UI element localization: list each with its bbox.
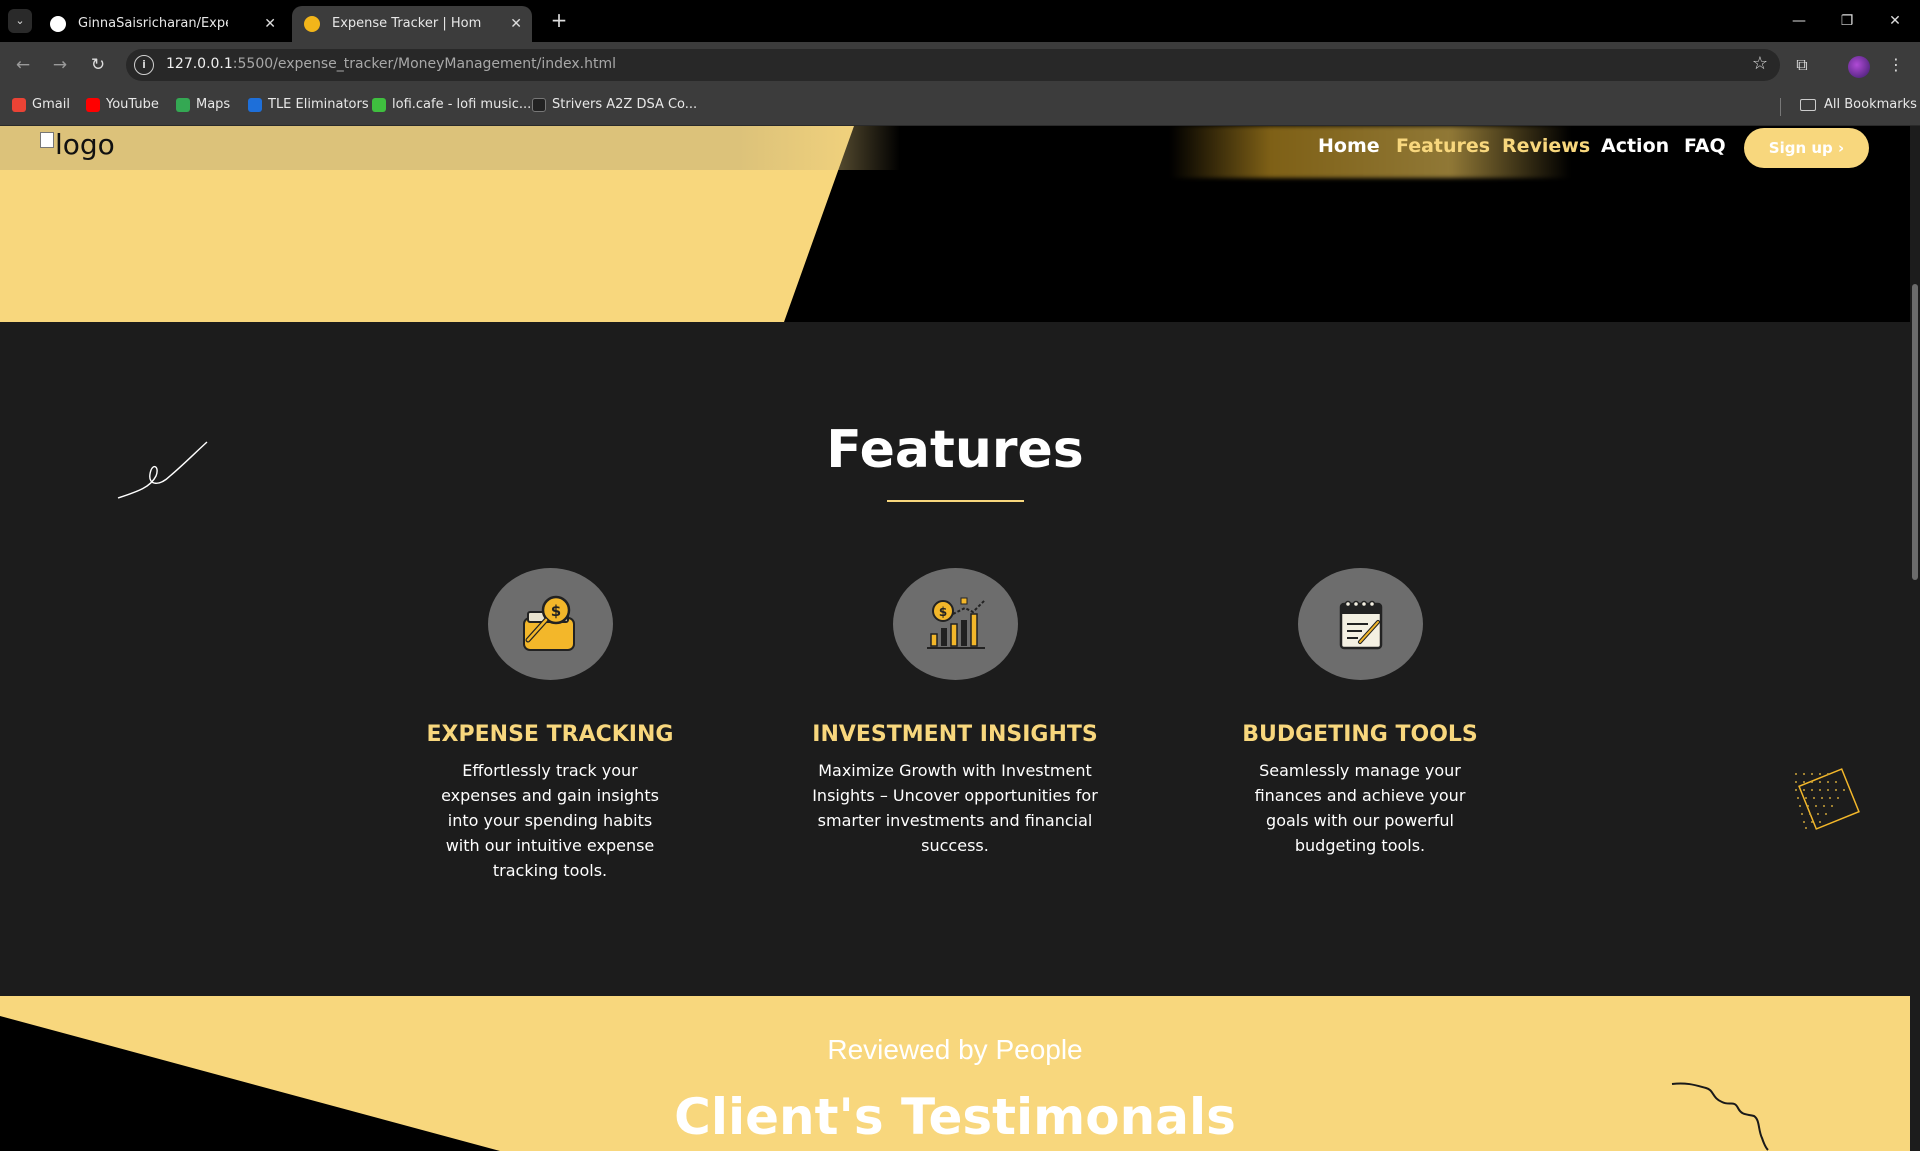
- feature-title: BUDGETING TOOLS: [1242, 722, 1478, 747]
- maps-icon: [176, 98, 190, 112]
- nav-action[interactable]: Action: [1601, 135, 1669, 157]
- site-navbar: logo Home Features Reviews Action FAQ Si…: [0, 126, 1910, 178]
- bookmark-youtube[interactable]: YouTube: [84, 88, 159, 122]
- tab-search-icon[interactable]: ⌄: [8, 9, 32, 33]
- page-scrollbar[interactable]: [1910, 126, 1920, 1151]
- navbar-background: [0, 126, 900, 170]
- youtube-icon: [86, 98, 100, 112]
- bookmark-strivers[interactable]: Strivers A2Z DSA Co...: [530, 88, 697, 122]
- svg-text:$: $: [939, 605, 947, 619]
- dollar-coin-icon: [304, 16, 320, 32]
- bookmark-gmail[interactable]: Gmail: [10, 88, 70, 122]
- bookmarks-bar: Gmail YouTube Maps TLE Eliminators lofi.…: [0, 88, 1920, 126]
- logo-image[interactable]: logo: [40, 128, 115, 161]
- tab-github[interactable]: GinnaSaisricharan/Expense-Trac ✕: [38, 6, 286, 42]
- bookmark-lofi-cafe[interactable]: lofi.cafe - lofi music...: [370, 88, 531, 122]
- features-title: Features: [826, 420, 1084, 480]
- address-bar[interactable]: i 127.0.0.1:5500/expense_tracker/MoneyMa…: [126, 49, 1780, 81]
- menu-icon[interactable]: ⋮: [1884, 53, 1908, 77]
- features-section: Features $ EXPENSE TRACKING Effortlessly…: [0, 322, 1910, 996]
- close-tab-icon[interactable]: ✕: [510, 6, 522, 42]
- chevron-right-icon: ›: [1838, 139, 1845, 157]
- nav-reviews[interactable]: Reviews: [1502, 135, 1590, 157]
- scrollbar-thumb[interactable]: [1912, 284, 1918, 580]
- feature-title: INVESTMENT INSIGHTS: [812, 722, 1098, 747]
- tab-title: Expense Tracker | Home: [332, 16, 482, 31]
- bookmark-star-icon[interactable]: ☆: [1752, 53, 1768, 74]
- bookmark-tle-eliminators[interactable]: TLE Eliminators: [246, 88, 369, 122]
- extensions-icon[interactable]: ⧉: [1790, 53, 1814, 77]
- folder-icon: [1800, 99, 1816, 111]
- reload-icon[interactable]: ↻: [86, 53, 110, 77]
- reviews-section: Reviewed by People Client's Testimonals: [0, 996, 1910, 1151]
- nav-features[interactable]: Features: [1396, 135, 1490, 157]
- close-window-icon[interactable]: ✕: [1880, 8, 1910, 34]
- svg-text:$: $: [551, 602, 561, 620]
- tab-title: GinnaSaisricharan/Expense-Trac: [78, 16, 228, 31]
- feature-icon-circle: [1298, 568, 1423, 680]
- browser-toolbar: ← → ↻ i 127.0.0.1:5500/expense_tracker/M…: [0, 42, 1920, 88]
- profile-avatar[interactable]: [1848, 56, 1870, 78]
- reviews-subtitle: Reviewed by People: [827, 1034, 1083, 1065]
- feature-icon-circle: $: [893, 568, 1018, 680]
- minimize-icon[interactable]: —: [1784, 8, 1814, 34]
- site-info-icon[interactable]: i: [134, 55, 154, 75]
- all-bookmarks[interactable]: All Bookmarks: [1800, 88, 1917, 122]
- url-text[interactable]: 127.0.0.1:5500/expense_tracker/MoneyMana…: [166, 56, 616, 72]
- nav-home[interactable]: Home: [1318, 135, 1380, 157]
- headphones-icon: [372, 98, 386, 112]
- bookmark-maps[interactable]: Maps: [174, 88, 230, 122]
- forward-icon[interactable]: →: [48, 53, 72, 77]
- back-icon[interactable]: ←: [11, 53, 35, 77]
- new-tab-button[interactable]: +: [546, 8, 572, 34]
- tuf-icon: [532, 98, 546, 112]
- feature-description: Effortlessly track your expenses and gai…: [441, 761, 659, 880]
- growth-chart-icon: $: [927, 597, 986, 649]
- github-icon: [50, 16, 66, 32]
- signup-button[interactable]: Sign up ›: [1744, 128, 1869, 168]
- bookmark-separator: [1780, 98, 1781, 116]
- dotted-square-decoration: [1795, 768, 1860, 830]
- feature-icon-circle: $: [488, 568, 613, 680]
- tab-strip: ⌄ GinnaSaisricharan/Expense-Trac ✕ Expen…: [0, 0, 1920, 42]
- restore-icon[interactable]: ❐: [1832, 8, 1862, 34]
- feature-description: Maximize Growth with Investment Insights…: [812, 761, 1098, 855]
- tab-expense-tracker[interactable]: Expense Tracker | Home ✕: [292, 6, 532, 42]
- wallet-magnifier-icon: $: [523, 595, 575, 651]
- wiggle-decoration: [1671, 1082, 1769, 1151]
- nav-faq[interactable]: FAQ: [1684, 135, 1726, 157]
- close-tab-icon[interactable]: ✕: [264, 6, 276, 42]
- feature-title: EXPENSE TRACKING: [426, 722, 674, 747]
- page-viewport: logo Home Features Reviews Action FAQ Si…: [0, 126, 1910, 1151]
- reviews-title: Client's Testimonals: [674, 1088, 1236, 1146]
- broken-image-icon: [40, 132, 54, 148]
- features-underline: [887, 500, 1024, 502]
- budget-notepad-icon: [1339, 600, 1383, 650]
- feature-description: Seamlessly manage your finances and achi…: [1254, 761, 1466, 855]
- gmail-icon: [12, 98, 26, 112]
- tle-icon: [248, 98, 262, 112]
